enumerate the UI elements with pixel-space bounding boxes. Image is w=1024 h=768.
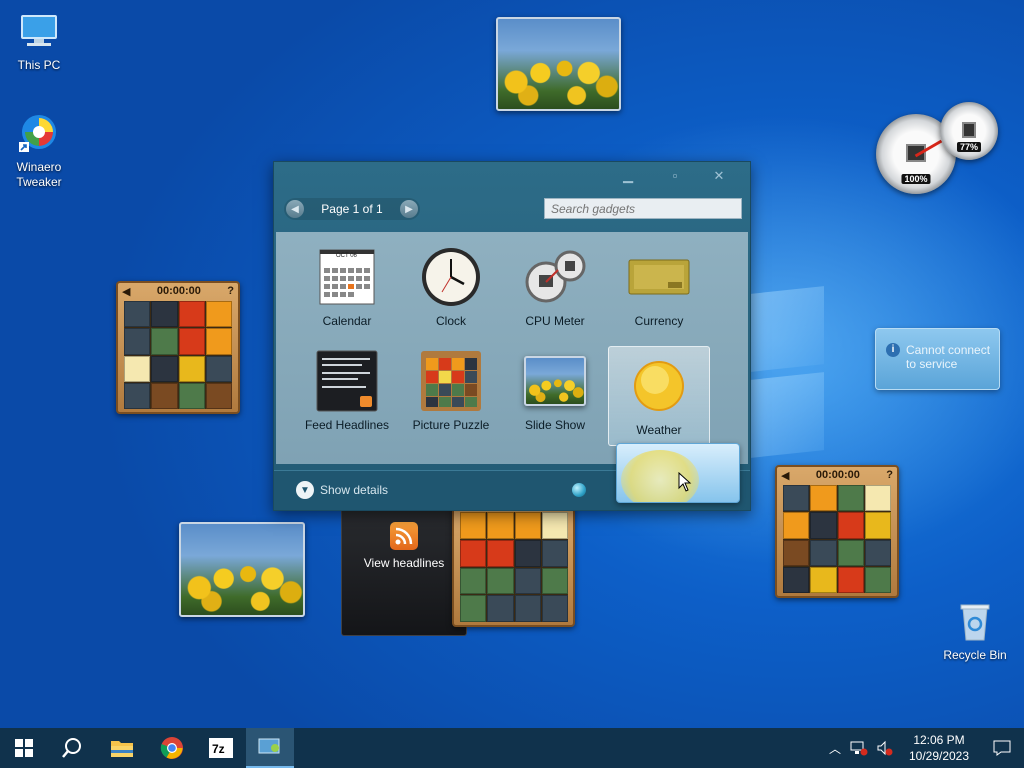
volume-muted-icon[interactable] (872, 740, 898, 756)
next-page-button[interactable]: ▶ (399, 200, 418, 218)
action-center-icon[interactable] (980, 740, 1024, 756)
gadget-picture-puzzle[interactable]: Picture Puzzle (400, 342, 502, 442)
network-icon[interactable] (846, 740, 872, 756)
start-button[interactable] (0, 728, 48, 768)
chevron-up-icon[interactable]: ︿ (824, 740, 846, 757)
weather-icon (628, 355, 690, 417)
clock-icon (420, 246, 482, 308)
mouse-cursor-icon (678, 472, 692, 492)
recycle-bin-icon (953, 600, 997, 644)
show-details-toggle[interactable]: ▼ Show details (296, 481, 388, 499)
desktop-icon-label: Recycle Bin (943, 648, 1007, 662)
weather-gadget[interactable]: i Cannot connect to service (875, 328, 1000, 390)
cpu-percent: 100% (901, 174, 931, 184)
picture-puzzle-gadget[interactable] (452, 506, 575, 627)
puzzle-grid[interactable] (460, 512, 568, 622)
puzzle-timer: 00:00:00 (815, 469, 860, 481)
gadget-feed-headlines[interactable]: Feed Headlines (296, 342, 398, 442)
slide-show-gadget[interactable] (179, 522, 305, 617)
desktop-icon-label: This PC (17, 58, 61, 72)
gadgets-icon (258, 738, 280, 754)
weather-error-message: Cannot connect to service (906, 343, 991, 371)
search-button[interactable] (48, 728, 96, 768)
currency-icon (628, 246, 690, 308)
system-tray: ︿ 12:06 PM 10/29/2023 (824, 728, 1024, 768)
puzzle-grid[interactable] (124, 301, 232, 409)
page-navigator: ◀ Page 1 of 1 ▶ (284, 198, 420, 220)
this-pc-icon (17, 10, 61, 54)
play-icon[interactable]: ◀ (781, 469, 789, 482)
desktop-icon-winaero-tweaker[interactable]: Winaero Tweaker (1, 112, 77, 190)
chevron-down-icon: ▼ (296, 481, 314, 499)
taskbar: 7z ︿ 12:06 PM 10/29/2023 (0, 728, 1024, 768)
info-icon: i (886, 343, 900, 357)
gadget-label: Calendar (322, 314, 372, 328)
gadget-label: Picture Puzzle (412, 418, 490, 432)
svg-text:7z: 7z (212, 742, 225, 756)
gadget-label: Clock (435, 314, 466, 328)
file-explorer-icon (111, 741, 133, 757)
cpu-meter-icon (524, 246, 586, 308)
gadget-label: Weather (636, 423, 682, 437)
puzzle-timer: 00:00:00 (156, 285, 201, 297)
gadget-calendar[interactable]: OCT 06 Calendar (296, 238, 398, 338)
play-icon[interactable]: ◀ (122, 285, 130, 298)
close-button[interactable]: ✕ (708, 168, 730, 184)
memory-meter[interactable]: 77% (940, 102, 998, 160)
gadget-list: OCT 06 Calendar Clock CPU Meter Currency… (276, 232, 748, 464)
slide-show-gadget[interactable] (496, 17, 621, 111)
feed-headlines-icon (316, 350, 378, 412)
calendar-icon: OCT 06 (316, 246, 378, 308)
gadgets-button[interactable] (246, 728, 294, 768)
feed-headlines-gadget[interactable]: View headlines (341, 503, 467, 636)
gadget-label: Slide Show (524, 418, 586, 432)
get-more-gadgets-online-icon[interactable] (572, 483, 586, 497)
prev-page-button[interactable]: ◀ (286, 200, 304, 218)
gadget-label: Feed Headlines (304, 418, 390, 432)
desktop-icon-label: Winaero Tweaker (16, 160, 62, 189)
picture-puzzle-gadget[interactable]: ◀ 00:00:00 ? (116, 281, 240, 414)
gadget-currency[interactable]: Currency (608, 238, 710, 338)
picture-puzzle-gadget[interactable]: ◀ 00:00:00 ? (775, 465, 899, 598)
memory-chip-icon (962, 122, 976, 138)
winaero-tweaker-icon (17, 112, 61, 156)
file-explorer-button[interactable] (98, 728, 146, 768)
maximize-button[interactable]: ▫ (664, 168, 686, 184)
gadget-label: CPU Meter (525, 314, 585, 328)
help-icon[interactable]: ? (227, 285, 234, 297)
gadget-cpu-meter[interactable]: CPU Meter (504, 238, 606, 338)
desktop-icon-this-pc[interactable]: This PC (1, 10, 77, 73)
7zip-icon: 7z (209, 738, 233, 758)
7zip-button[interactable]: 7z (197, 728, 245, 768)
gadget-label: Currency (634, 314, 684, 328)
slide-show-icon (524, 350, 586, 412)
calendar-month-label: OCT 06 (336, 253, 357, 259)
window-titlebar[interactable]: ▁ ▫ ✕ (274, 162, 750, 190)
page-label: Page 1 of 1 (321, 202, 383, 216)
gadget-clock[interactable]: Clock (400, 238, 502, 338)
view-headlines-link[interactable]: View headlines (342, 556, 466, 570)
desktop-icon-recycle-bin[interactable]: Recycle Bin (937, 600, 1013, 663)
picture-puzzle-icon (420, 350, 482, 412)
clock-date: 10/29/2023 (908, 749, 970, 763)
chrome-icon (160, 737, 183, 759)
help-icon[interactable]: ? (886, 469, 893, 481)
show-details-label: Show details (320, 483, 389, 497)
memory-percent: 77% (956, 142, 982, 152)
puzzle-grid[interactable] (783, 485, 891, 593)
chrome-button[interactable] (148, 728, 196, 768)
minimize-button[interactable]: ▁ (617, 168, 639, 184)
search-icon (62, 738, 81, 758)
taskbar-clock[interactable]: 12:06 PM 10/29/2023 (898, 732, 980, 764)
rss-icon (390, 522, 418, 550)
search-gadgets-input[interactable] (544, 198, 742, 219)
clock-time: 12:06 PM (913, 733, 965, 747)
gadget-weather[interactable]: Weather (608, 346, 710, 446)
gadget-slide-show[interactable]: Slide Show (504, 342, 606, 442)
windows-logo-icon (15, 739, 33, 757)
